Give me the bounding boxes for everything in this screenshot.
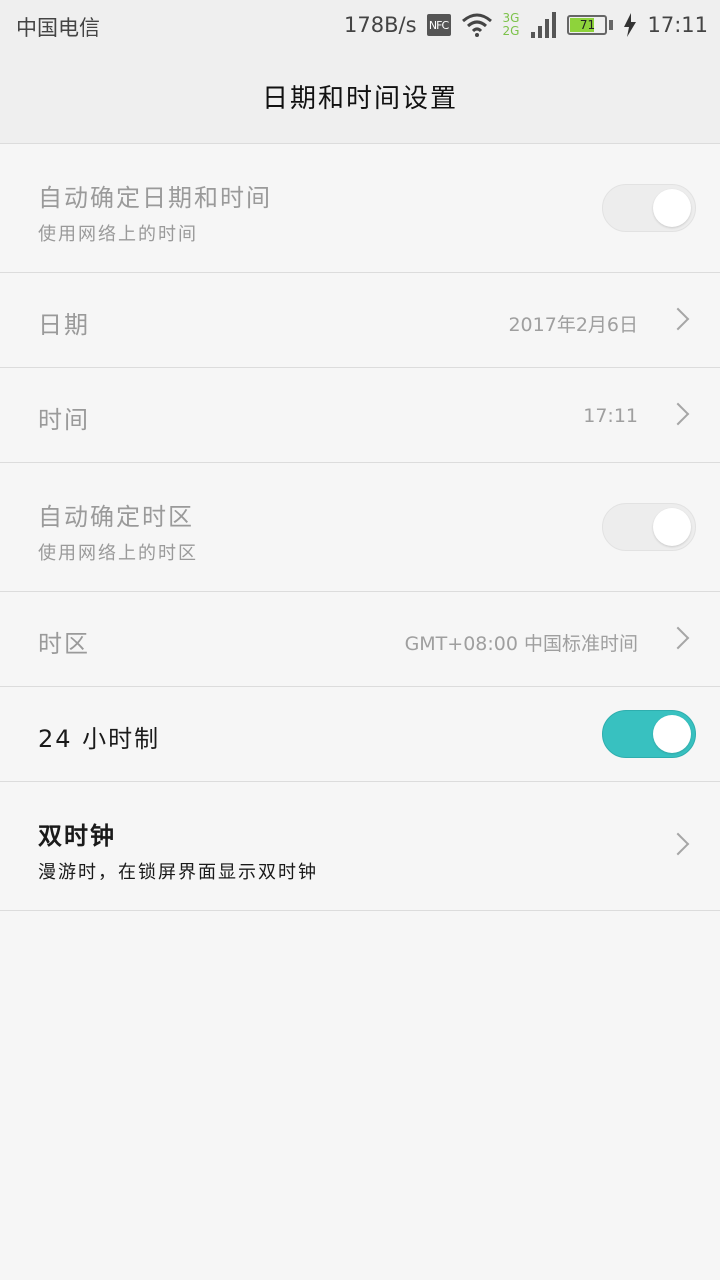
chevron-right-icon — [666, 402, 690, 426]
dual-clock-row[interactable]: 双时钟 漫游时，在锁屏界面显示双时钟 — [0, 782, 720, 911]
auto-datetime-title: 自动确定日期和时间 — [38, 184, 272, 212]
auto-timezone-title: 自动确定时区 — [38, 503, 194, 531]
date-value: 2017年2月6日 — [508, 314, 638, 336]
time-value: 17:11 — [583, 405, 638, 427]
charging-icon — [624, 13, 637, 37]
chevron-right-icon — [666, 832, 690, 856]
toggle-knob — [653, 189, 691, 227]
wifi-icon — [461, 13, 492, 37]
auto-timezone-subtitle: 使用网络上的时区 — [38, 543, 198, 564]
nfc-icon: NFC — [426, 14, 451, 36]
timezone-title: 时区 — [38, 630, 90, 658]
auto-datetime-subtitle: 使用网络上的时间 — [38, 224, 198, 245]
dual-clock-subtitle: 漫游时，在锁屏界面显示双时钟 — [38, 862, 318, 883]
auto-timezone-toggle[interactable] — [602, 503, 696, 551]
carrier-name: 中国电信 — [16, 16, 100, 40]
time-title: 时间 — [38, 406, 90, 434]
chevron-right-icon — [666, 307, 690, 331]
hour24-row[interactable]: 24 小时制 — [0, 687, 720, 782]
settings-list: 自动确定日期和时间 使用网络上的时间 日期 2017年2月6日 时间 17:11… — [0, 144, 720, 911]
signal-icon — [531, 12, 557, 38]
network-type: 3G 2G — [502, 11, 520, 38]
battery-level: 71 — [579, 18, 596, 32]
auto-datetime-row[interactable]: 自动确定日期和时间 使用网络上的时间 — [0, 144, 720, 273]
auto-timezone-row[interactable]: 自动确定时区 使用网络上的时区 — [0, 463, 720, 592]
dual-clock-title: 双时钟 — [38, 822, 116, 850]
battery-tip — [609, 20, 614, 30]
status-time: 17:11 — [647, 13, 708, 37]
status-icons: 178B/s NFC 3G 2G 71 17:11 — [344, 10, 708, 40]
hour24-title: 24 小时制 — [38, 725, 161, 753]
timezone-row[interactable]: 时区 GMT+08:00 中国标准时间 — [0, 592, 720, 687]
date-row[interactable]: 日期 2017年2月6日 — [0, 273, 720, 368]
toggle-knob — [653, 508, 691, 546]
hour24-toggle[interactable] — [602, 710, 696, 758]
page-title: 日期和时间设置 — [261, 84, 458, 114]
auto-datetime-toggle[interactable] — [602, 184, 696, 232]
battery-icon: 71 — [567, 15, 608, 35]
title-bar: 日期和时间设置 — [0, 50, 720, 144]
status-bar: 中国电信 178B/s NFC 3G 2G 71 17:11 — [0, 0, 720, 50]
time-row[interactable]: 时间 17:11 — [0, 368, 720, 463]
timezone-value: GMT+08:00 中国标准时间 — [404, 633, 638, 655]
network-speed: 178B/s — [344, 13, 417, 37]
date-title: 日期 — [38, 311, 90, 339]
chevron-right-icon — [666, 626, 690, 650]
toggle-knob — [653, 715, 691, 753]
